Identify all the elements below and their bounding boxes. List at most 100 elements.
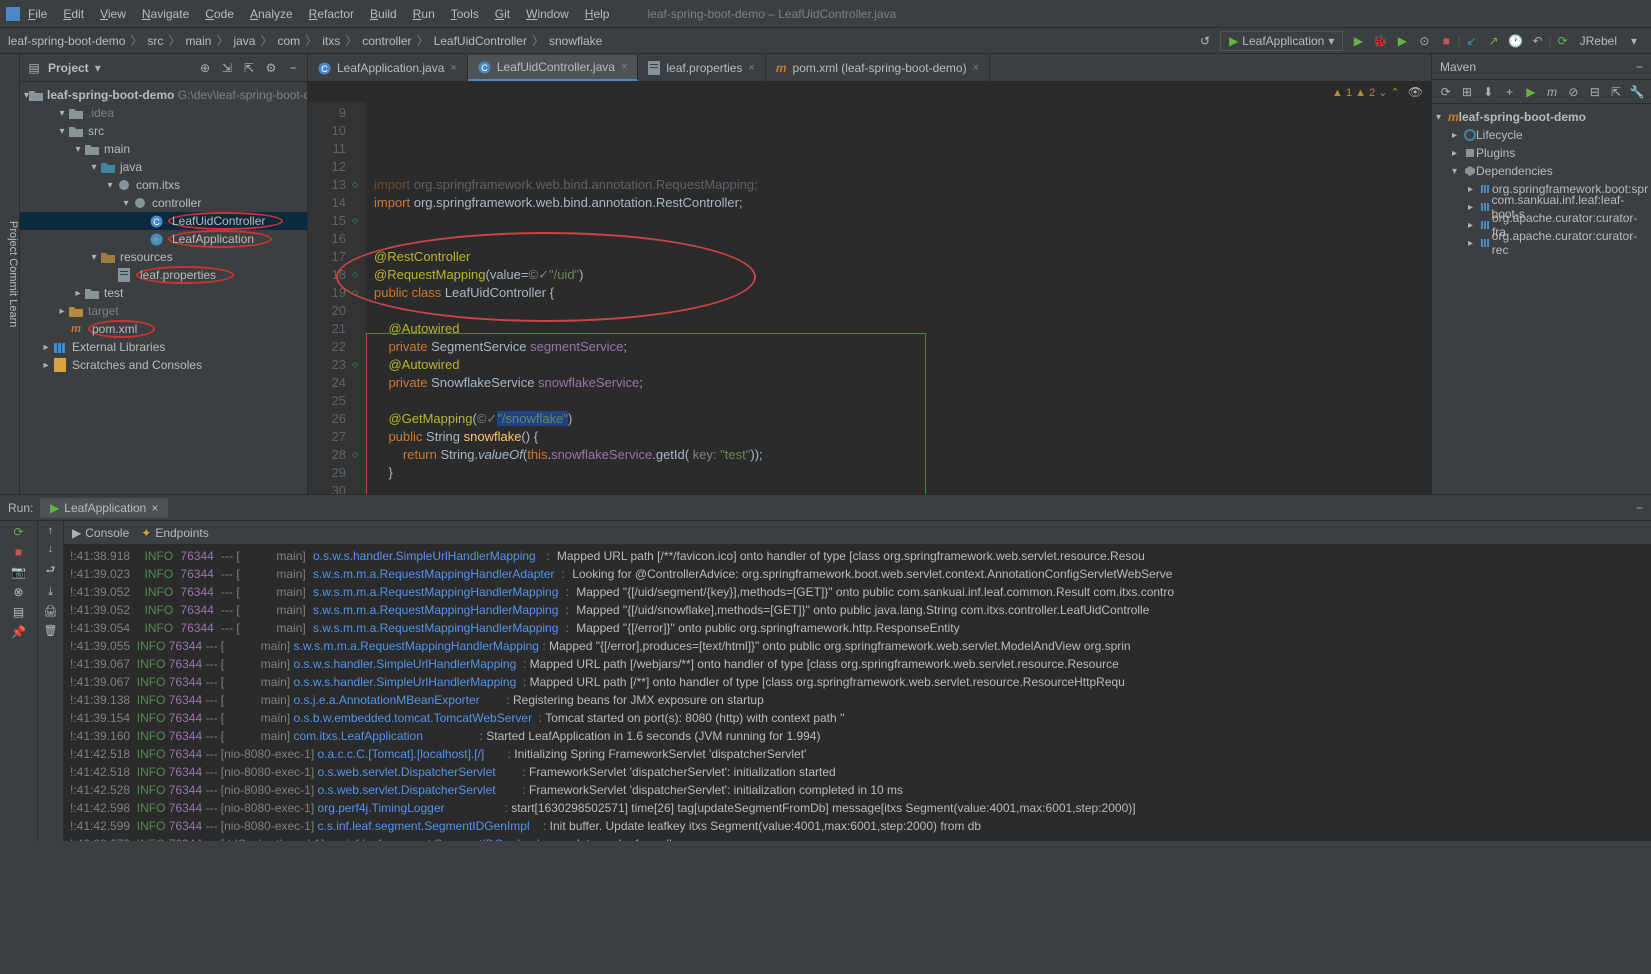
debug-icon[interactable]: 🐞	[1371, 32, 1389, 50]
breadcrumb-item[interactable]: leaf-spring-boot-demo	[6, 34, 127, 48]
run-tab[interactable]: ▶LeafApplication×	[40, 498, 168, 518]
tree-node[interactable]: ▾src	[20, 122, 307, 140]
rerun-icon[interactable]: ⟳	[13, 525, 23, 539]
menu-item-navigate[interactable]: Navigate	[134, 7, 197, 21]
profile-icon[interactable]: ⊙	[1415, 32, 1433, 50]
editor-tab[interactable]: mpom.xml (leaf-spring-boot-demo)×	[766, 55, 990, 81]
settings-icon[interactable]: 🔧	[1630, 85, 1645, 99]
menu-item-build[interactable]: Build	[362, 7, 405, 21]
reader-mode-icon[interactable]: 👁	[1408, 85, 1423, 99]
run-icon[interactable]: ▶	[1523, 85, 1538, 99]
pin-icon[interactable]: 📌	[11, 625, 26, 639]
tree-node[interactable]: mpom.xml	[20, 320, 307, 338]
tree-node[interactable]: ▾com.itxs	[20, 176, 307, 194]
git-revert-icon[interactable]: ↶	[1529, 32, 1547, 50]
console-tab[interactable]: ▶Console	[72, 526, 129, 540]
collapse-icon[interactable]: ⇱	[1608, 85, 1623, 99]
hide-icon[interactable]: −	[285, 60, 301, 76]
maven-node[interactable]: ▾Dependencies	[1432, 162, 1651, 180]
close-icon[interactable]: ×	[621, 61, 627, 73]
menu-item-window[interactable]: Window	[518, 7, 577, 21]
tree-node[interactable]: leaf.properties	[20, 266, 307, 284]
exec-icon[interactable]: m	[1544, 85, 1559, 99]
menu-item-help[interactable]: Help	[577, 7, 618, 21]
sync-icon[interactable]: ↺	[1196, 32, 1214, 50]
down-icon[interactable]: ↓	[48, 543, 54, 555]
menu-item-git[interactable]: Git	[487, 7, 518, 21]
dump-icon[interactable]: 📷	[11, 565, 26, 579]
tree-root[interactable]: ▾leaf-spring-boot-demo G:\dev\leaf-sprin…	[20, 86, 307, 104]
tree-node[interactable]: ▾java	[20, 158, 307, 176]
editor-tab[interactable]: leaf.properties×	[638, 55, 765, 81]
stop-icon[interactable]: ■	[1437, 32, 1455, 50]
stop-icon[interactable]: ■	[15, 545, 22, 559]
up-icon[interactable]: ↑	[48, 525, 54, 537]
select-opened-icon[interactable]: ⊕	[197, 60, 213, 76]
layout-icon[interactable]: ▤	[13, 605, 24, 619]
project-tree[interactable]: ▾leaf-spring-boot-demo G:\dev\leaf-sprin…	[20, 82, 307, 494]
tree-node[interactable]: ▾.idea	[20, 104, 307, 122]
menu-item-file[interactable]: File	[20, 7, 55, 21]
collapse-icon[interactable]: ⇱	[241, 60, 257, 76]
breadcrumb-item[interactable]: LeafUidController	[432, 34, 529, 48]
menu-item-edit[interactable]: Edit	[55, 7, 92, 21]
download-icon[interactable]: ⬇	[1481, 85, 1496, 99]
tree-node[interactable]: ▾controller	[20, 194, 307, 212]
project-label[interactable]: Project	[48, 61, 89, 75]
breadcrumb-item[interactable]: main	[183, 34, 213, 48]
run-config-selector[interactable]: ▶LeafApplication▾	[1220, 31, 1343, 51]
breadcrumb-item[interactable]: java	[231, 34, 257, 48]
editor-tab[interactable]: CLeafUidController.java×	[468, 55, 639, 81]
close-icon[interactable]: ×	[450, 62, 456, 74]
breadcrumb-item[interactable]: snowflake	[547, 34, 604, 48]
exit-icon[interactable]: ⊗	[13, 585, 23, 599]
menu-item-refactor[interactable]: Refactor	[301, 7, 362, 21]
generate-icon[interactable]: ⊞	[1459, 85, 1474, 99]
maven-root[interactable]: ▾mleaf-spring-boot-demo	[1432, 108, 1651, 126]
close-icon[interactable]: ×	[748, 62, 754, 74]
print-icon[interactable]: 🖨	[44, 605, 58, 618]
console-log[interactable]: !:41:38.918 INFO 76344 --- [ main] o.s.w…	[64, 545, 1651, 841]
tree-node[interactable]: ▸External Libraries	[20, 338, 307, 356]
endpoints-tab[interactable]: ✦Endpoints	[141, 526, 208, 540]
tree-node[interactable]: CLeafUidController	[20, 212, 307, 230]
scroll-icon[interactable]: ⤓	[48, 586, 53, 599]
jrebel-menu-icon[interactable]: ▾	[1625, 32, 1643, 50]
jrebel-icon[interactable]: ⟳	[1554, 32, 1572, 50]
menu-item-run[interactable]: Run	[405, 7, 443, 21]
close-icon[interactable]: ×	[151, 501, 158, 515]
close-icon[interactable]: ×	[973, 62, 979, 74]
settings-icon[interactable]: ⚙	[263, 60, 279, 76]
git-history-icon[interactable]: 🕐	[1507, 32, 1525, 50]
menu-item-view[interactable]: View	[92, 7, 134, 21]
menu-item-analyze[interactable]: Analyze	[242, 7, 301, 21]
menu-item-tools[interactable]: Tools	[443, 7, 487, 21]
warnings-indicator[interactable]: ▲ 1 ▲ 2 ⌄ ⌃	[1332, 86, 1400, 99]
code-content[interactable]: import org.springframework.web.bind.anno…	[366, 102, 1431, 494]
hide-icon[interactable]: −	[1636, 60, 1643, 74]
breadcrumb-item[interactable]: src	[145, 34, 165, 48]
menu-item-code[interactable]: Code	[197, 7, 242, 21]
run-icon[interactable]: ▶	[1349, 32, 1367, 50]
breadcrumb-item[interactable]: itxs	[320, 34, 342, 48]
maven-node[interactable]: ▸org.apache.curator:curator-rec	[1432, 234, 1651, 252]
reload-icon[interactable]: ⟳	[1438, 85, 1453, 99]
tree-node[interactable]: ▾resources	[20, 248, 307, 266]
tree-node[interactable]: ▸target	[20, 302, 307, 320]
wrap-icon[interactable]: ⮐	[46, 561, 56, 580]
left-tool-strip[interactable]: Project Commit Learn	[0, 54, 20, 494]
maven-tree[interactable]: ▾mleaf-spring-boot-demo▸Lifecycle▸Plugin…	[1432, 104, 1651, 256]
tree-node[interactable]: ▾main	[20, 140, 307, 158]
editor-tab[interactable]: CLeafApplication.java×	[308, 55, 468, 81]
breadcrumb-item[interactable]: controller	[360, 34, 413, 48]
hide-icon[interactable]: −	[1636, 501, 1643, 515]
code-editor[interactable]: 9101112131415161718192021222324252627282…	[308, 102, 1431, 494]
skip-icon[interactable]: ⊟	[1587, 85, 1602, 99]
git-pull-icon[interactable]: ↙	[1463, 32, 1481, 50]
add-icon[interactable]: +	[1502, 85, 1517, 99]
coverage-icon[interactable]: ▶	[1393, 32, 1411, 50]
maven-node[interactable]: ▸Plugins	[1432, 144, 1651, 162]
breadcrumb-item[interactable]: com	[276, 34, 303, 48]
git-push-icon[interactable]: ↗	[1485, 32, 1503, 50]
gutter-icons[interactable]: ◇ ◇ ◇◇ ◇ ◇	[352, 102, 366, 494]
